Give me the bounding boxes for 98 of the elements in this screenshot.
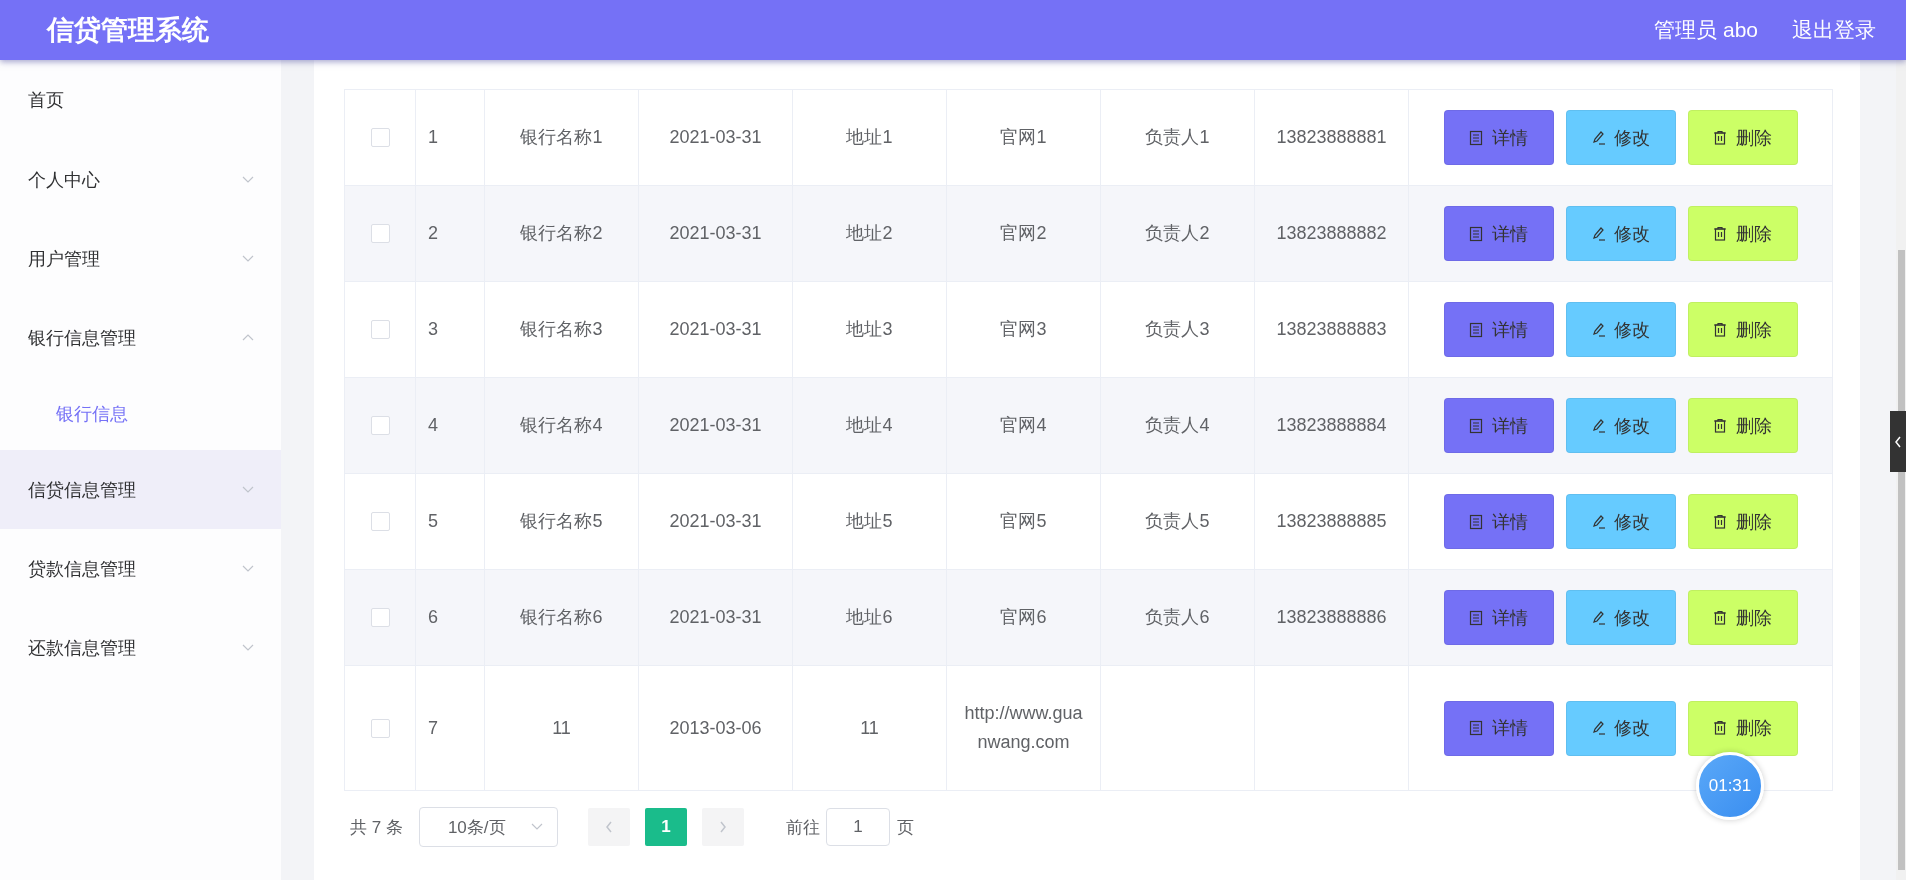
- sidebar-item[interactable]: 还款信息管理: [0, 608, 281, 687]
- table-cell: 2021-03-31: [639, 378, 793, 474]
- table-cell: 2021-03-31: [639, 570, 793, 666]
- table-cell: 银行名称4: [485, 378, 639, 474]
- table-cell: 官网2: [947, 186, 1101, 282]
- page-input[interactable]: 1: [825, 808, 890, 846]
- table-cell: 2013-03-06: [639, 666, 793, 791]
- app-title: 信贷管理系统: [47, 14, 209, 47]
- table-cell: 13823888884: [1255, 378, 1409, 474]
- chevron-down-icon: [242, 175, 254, 184]
- delete-button[interactable]: 删除: [1687, 590, 1798, 645]
- logout-link[interactable]: 退出登录: [1792, 16, 1876, 44]
- delete-button[interactable]: 删除: [1687, 110, 1798, 165]
- table-cell: 2: [416, 186, 485, 282]
- document-icon: [1469, 609, 1484, 626]
- chevron-left-icon: [604, 821, 613, 833]
- pencil-icon: [1591, 225, 1606, 242]
- table-cell: 13823888882: [1255, 186, 1409, 282]
- pencil-icon: [1591, 720, 1606, 736]
- delete-button[interactable]: 删除: [1687, 700, 1798, 756]
- chevron-down-icon: [242, 564, 254, 573]
- edit-button[interactable]: 修改: [1565, 590, 1676, 645]
- table-cell: 11: [485, 666, 639, 791]
- row-checkbox[interactable]: [370, 718, 390, 738]
- row-checkbox[interactable]: [370, 608, 390, 627]
- pencil-icon: [1591, 417, 1606, 434]
- chevron-down-icon: [242, 254, 254, 263]
- delete-button[interactable]: 删除: [1687, 494, 1798, 549]
- user-label: 管理员 abo: [1654, 17, 1758, 43]
- table-cell: 13823888886: [1255, 570, 1409, 666]
- table-cell: 4: [416, 378, 485, 474]
- row-checkbox[interactable]: [370, 416, 390, 435]
- edit-button[interactable]: 修改: [1565, 206, 1676, 261]
- pencil-icon: [1591, 321, 1606, 338]
- sidebar-item[interactable]: 贷款信息管理: [0, 529, 281, 608]
- document-icon: [1469, 225, 1484, 242]
- edit-button[interactable]: 修改: [1565, 398, 1676, 453]
- table-cell: 官网6: [947, 570, 1101, 666]
- table-cell: 11: [793, 666, 947, 791]
- chevron-right-icon: [718, 821, 727, 833]
- table-cell: 负责人6: [1101, 570, 1255, 666]
- trash-icon: [1713, 321, 1728, 338]
- trash-icon: [1713, 417, 1728, 434]
- trash-icon: [1713, 609, 1728, 626]
- sidebar-item[interactable]: 用户管理: [0, 219, 281, 298]
- document-icon: [1469, 513, 1484, 530]
- document-icon: [1469, 321, 1484, 338]
- scrollbar[interactable]: [1896, 60, 1906, 880]
- chevron-left-icon: [1894, 435, 1902, 448]
- trash-icon: [1713, 129, 1728, 146]
- row-checkbox[interactable]: [370, 128, 390, 147]
- table-cell: 地址6: [793, 570, 947, 666]
- edit-button[interactable]: 修改: [1565, 700, 1676, 756]
- table-cell: 官网4: [947, 378, 1101, 474]
- document-icon: [1469, 129, 1484, 146]
- table-cell: 地址2: [793, 186, 947, 282]
- sidebar-item[interactable]: 银行信息管理: [0, 298, 281, 377]
- delete-button[interactable]: 删除: [1687, 302, 1798, 357]
- trash-icon: [1713, 513, 1728, 530]
- delete-button[interactable]: 删除: [1687, 206, 1798, 261]
- pencil-icon: [1591, 513, 1606, 530]
- chevron-up-icon: [242, 333, 254, 342]
- table-cell: 银行名称2: [485, 186, 639, 282]
- trash-icon: [1713, 720, 1728, 736]
- table-cell: 银行名称6: [485, 570, 639, 666]
- table-cell: 负责人4: [1101, 378, 1255, 474]
- chevron-down-icon: [242, 643, 254, 652]
- delete-button[interactable]: 删除: [1687, 398, 1798, 453]
- sidebar-item[interactable]: 个人中心: [0, 140, 281, 219]
- chevron-down-icon: [242, 485, 254, 494]
- sidebar-item[interactable]: 首页: [0, 60, 281, 140]
- table-cell: 地址4: [793, 378, 947, 474]
- page-size-select[interactable]: 10条/页: [418, 807, 558, 847]
- table-cell: 6: [416, 570, 485, 666]
- total-count: 共 7 条: [350, 816, 403, 839]
- next-page-button[interactable]: [701, 808, 744, 846]
- prev-page-button[interactable]: [587, 808, 630, 846]
- chevron-down-icon: [530, 823, 543, 831]
- table-cell: http://www.guanwang.com: [947, 666, 1101, 791]
- table-cell: 2021-03-31: [639, 186, 793, 282]
- trash-icon: [1713, 225, 1728, 242]
- page-suffix: 页: [896, 816, 914, 839]
- goto-label: 前往: [785, 816, 820, 839]
- table-cell: 负责人2: [1101, 186, 1255, 282]
- side-handle[interactable]: [1890, 411, 1906, 472]
- row-checkbox[interactable]: [370, 320, 390, 339]
- edit-button[interactable]: 修改: [1565, 494, 1676, 549]
- edit-button[interactable]: 修改: [1565, 302, 1676, 357]
- row-checkbox[interactable]: [370, 512, 390, 531]
- sidebar-item[interactable]: 信贷信息管理: [0, 450, 281, 529]
- document-icon: [1469, 417, 1484, 434]
- document-icon: [1469, 720, 1484, 736]
- edit-button[interactable]: 修改: [1565, 110, 1676, 165]
- pencil-icon: [1591, 129, 1606, 146]
- pencil-icon: [1591, 609, 1606, 626]
- submenu-item[interactable]: 银行信息: [0, 377, 281, 450]
- row-checkbox[interactable]: [370, 224, 390, 243]
- table-cell: 7: [416, 666, 485, 791]
